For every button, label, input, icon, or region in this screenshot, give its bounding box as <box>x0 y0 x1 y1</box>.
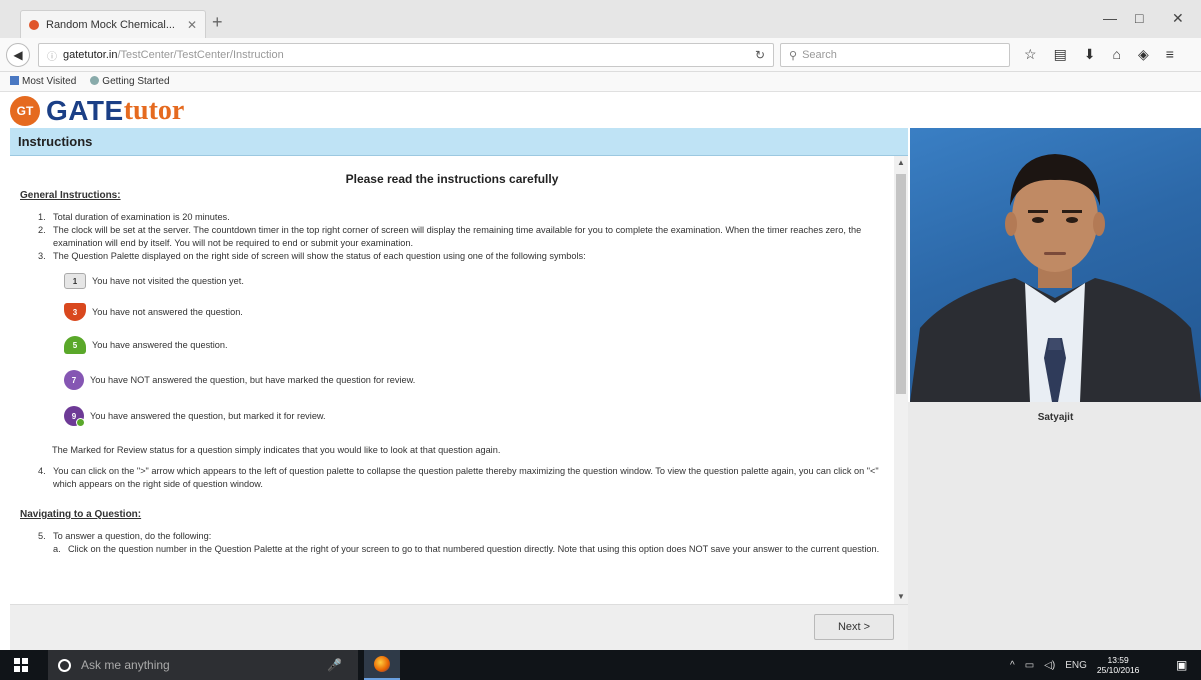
symbol-row: 5 You have answered the question. <box>64 336 884 354</box>
menu-icon[interactable]: ≡ <box>1166 46 1174 63</box>
instruction-item: 2. The clock will be set at the server. … <box>38 225 862 248</box>
firefox-taskbar-button[interactable] <box>364 650 400 680</box>
instruction-subitem: a. Click on the question number in the Q… <box>53 544 880 554</box>
site-info-icon[interactable]: ⓘ <box>47 48 57 63</box>
search-icon: ⚲ <box>789 49 798 62</box>
url-path: /TestCenter/TestCenter/Instruction <box>117 49 284 61</box>
search-input[interactable]: ⚲ Search <box>780 43 1010 67</box>
pocket-icon[interactable]: ◈ <box>1138 46 1149 63</box>
instruction-item: 1. Total duration of examination is 20 m… <box>38 212 230 222</box>
instruction-item: 3. The Question Palette displayed on the… <box>38 251 586 261</box>
read-title: Please read the instructions carefully <box>345 172 559 186</box>
answered-symbol-icon: 5 <box>64 336 86 354</box>
system-tray: ^ ▭ ◁) ENG 13:59 25/10/2016 <box>1010 650 1139 680</box>
browser-tab[interactable]: Random Mock Chemical... ✕ <box>20 10 206 38</box>
reload-icon[interactable]: ↻ <box>755 48 765 62</box>
footer-bar <box>10 604 908 650</box>
new-tab-button[interactable]: + <box>212 12 223 33</box>
symbol-row: 1 You have not visited the question yet. <box>64 273 884 289</box>
download-icon[interactable]: ⬇ <box>1084 46 1096 63</box>
instruction-item: 4. You can click on the ">" arrow which … <box>38 466 879 489</box>
bookmark-star-icon[interactable]: ☆ <box>1024 46 1037 63</box>
instructions-content: Please read the instructions carefully G… <box>10 156 894 604</box>
logo-text-tutor: tutor <box>123 95 185 126</box>
bookmarks-bar: Most Visited Getting Started <box>0 72 1201 92</box>
language-indicator[interactable]: ENG <box>1065 660 1087 671</box>
symbol-row: 9 You have answered the question, but ma… <box>64 406 884 427</box>
browser-nav-bar: ◀ ⓘ gatetutor.in /TestCenter/TestCenter/… <box>0 38 1201 72</box>
not-visited-symbol-icon: 1 <box>64 273 86 289</box>
scroll-down-icon[interactable]: ▼ <box>894 590 908 604</box>
address-bar[interactable]: ⓘ gatetutor.in /TestCenter/TestCenter/In… <box>38 43 774 67</box>
marked-review-note: The Marked for Review status for a quest… <box>52 445 501 455</box>
windows-start-icon[interactable] <box>14 658 28 672</box>
volume-icon[interactable]: ◁) <box>1044 660 1055 671</box>
minimize-button[interactable]: — <box>1103 10 1117 26</box>
url-host: gatetutor.in <box>63 49 118 61</box>
not-answered-symbol-icon: 3 <box>64 303 86 321</box>
microphone-icon[interactable]: 🎤 <box>327 658 342 672</box>
browser-tab-bar: Random Mock Chemical... ✕ + — □ ✕ <box>0 0 1201 38</box>
navigating-heading: Navigating to a Question: <box>20 509 142 520</box>
candidate-portrait-image <box>910 154 1201 402</box>
candidate-photo <box>910 128 1201 402</box>
notification-icon[interactable]: ▣ <box>1176 658 1187 672</box>
site-favicon-icon <box>29 19 39 30</box>
bookmark-getting-started[interactable]: Getting Started <box>90 76 170 87</box>
scroll-thumb[interactable] <box>896 174 906 394</box>
close-window-button[interactable]: ✕ <box>1172 10 1184 27</box>
back-arrow-icon: ◀ <box>13 48 23 62</box>
maximize-button[interactable]: □ <box>1135 10 1143 26</box>
clock[interactable]: 13:59 25/10/2016 <box>1097 655 1140 675</box>
tab-close-icon[interactable]: ✕ <box>187 18 197 32</box>
symbol-row: 3 You have not answered the question. <box>64 303 884 321</box>
tray-chevron-icon[interactable]: ^ <box>1010 660 1015 671</box>
logo-text-gate: GATE <box>46 95 124 126</box>
cortana-circle-icon <box>58 658 71 672</box>
firefox-icon <box>374 656 390 672</box>
instruction-list: 1. Total duration of examination is 20 m… <box>20 211 884 263</box>
next-button[interactable]: Next > <box>814 614 894 640</box>
network-icon[interactable]: ▭ <box>1025 660 1034 671</box>
candidate-name: Satyajit <box>1037 412 1074 423</box>
logo-badge: GT <box>10 96 40 126</box>
instruction-item: 5. To answer a question, do the followin… <box>38 531 212 541</box>
home-icon[interactable]: ⌂ <box>1113 46 1121 63</box>
toolbar-icons: ☆ ▤ ⬇ ⌂ ◈ ≡ <box>1024 46 1174 63</box>
globe-icon <box>90 76 100 85</box>
general-instructions-heading: General Instructions: <box>20 190 121 201</box>
cortana-search-input[interactable]: Ask me anything 🎤 <box>48 650 358 680</box>
scroll-up-icon[interactable]: ▲ <box>894 156 908 170</box>
answered-marked-symbol-icon: 9 <box>64 406 85 427</box>
cortana-placeholder: Ask me anything <box>81 658 170 672</box>
reading-list-icon[interactable]: ▤ <box>1054 46 1067 63</box>
bookmark-most-visited[interactable]: Most Visited <box>10 76 76 87</box>
back-button[interactable]: ◀ <box>6 43 30 67</box>
windows-taskbar: Ask me anything 🎤 ^ ▭ ◁) ENG 13:59 25/10… <box>0 650 1201 680</box>
instructions-header: Instructions <box>10 128 908 156</box>
symbol-legend: 1 You have not visited the question yet.… <box>20 273 884 427</box>
tab-title: Random Mock Chemical... <box>46 18 175 31</box>
instruction-list: 4. You can click on the ">" arrow which … <box>20 465 884 491</box>
gatetutor-logo[interactable]: GT GATE tutor <box>10 95 185 126</box>
instruction-list: 5. To answer a question, do the followin… <box>20 530 884 556</box>
symbol-row: 7 You have NOT answered the question, bu… <box>64 370 884 390</box>
side-panel <box>908 402 1201 650</box>
search-placeholder: Search <box>802 49 837 61</box>
marked-for-review-symbol-icon: 7 <box>64 370 84 390</box>
content-scrollbar[interactable]: ▲ ▼ <box>894 156 908 604</box>
bookmark-folder-icon <box>10 76 19 85</box>
